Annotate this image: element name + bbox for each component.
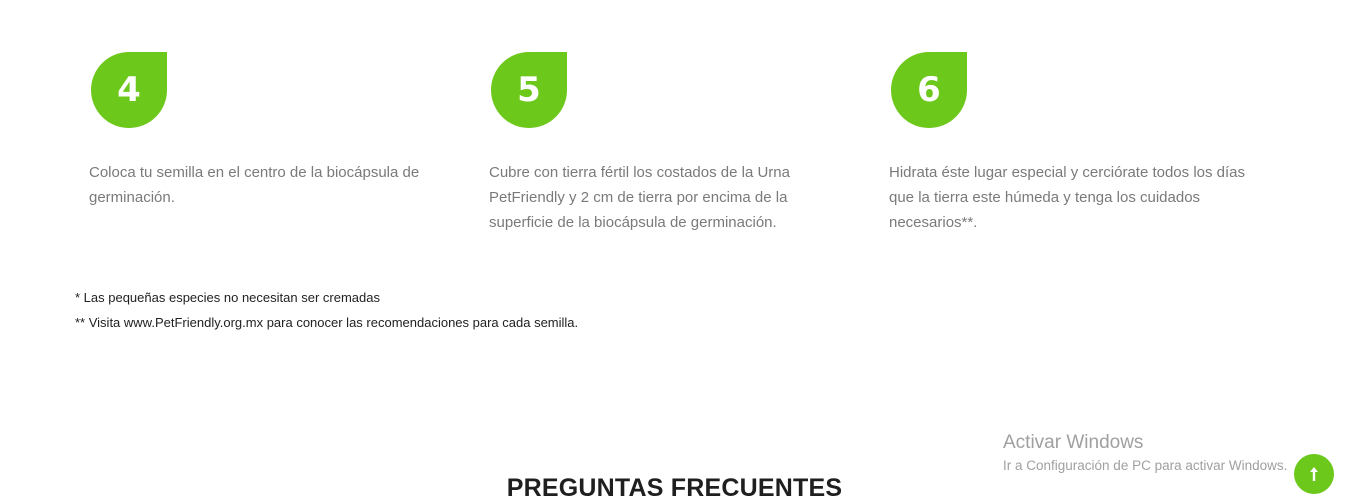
step-5: 5 Cubre con tierra fértil los costados d… <box>475 52 845 235</box>
arrow-up-icon <box>1310 467 1318 481</box>
footnotes: * Las pequeñas especies no necesitan ser… <box>75 285 578 335</box>
step-description: Cubre con tierra fértil los costados de … <box>489 164 790 231</box>
step-description: Hidrata éste lugar especial y cerciórate… <box>889 164 1246 231</box>
footnote-2: ** Visita www.PetFriendly.org.mx para co… <box>75 315 579 330</box>
watermark-title: Activar Windows <box>1003 432 1144 453</box>
step-number-badge: 4 <box>91 52 167 128</box>
back-to-top-button[interactable] <box>1294 454 1334 494</box>
watermark-subtitle: Ir a Configuración de PC para activar Wi… <box>1003 458 1288 473</box>
step-4: 4 Coloca tu semilla en el centro de la b… <box>75 52 445 210</box>
step-6: 6 Hidrata éste lugar especial y cercióra… <box>875 52 1245 235</box>
windows-activation-watermark: Activar Windows Ir a Configuración de PC… <box>1003 430 1287 476</box>
step-number-badge: 6 <box>891 52 967 128</box>
step-description: Coloca tu semilla en el centro de la bio… <box>89 164 420 206</box>
footnote-1: * Las pequeñas especies no necesitan ser… <box>75 290 380 305</box>
faq-heading: PREGUNTAS FRECUENTES <box>506 474 843 502</box>
step-number-badge: 5 <box>491 52 567 128</box>
